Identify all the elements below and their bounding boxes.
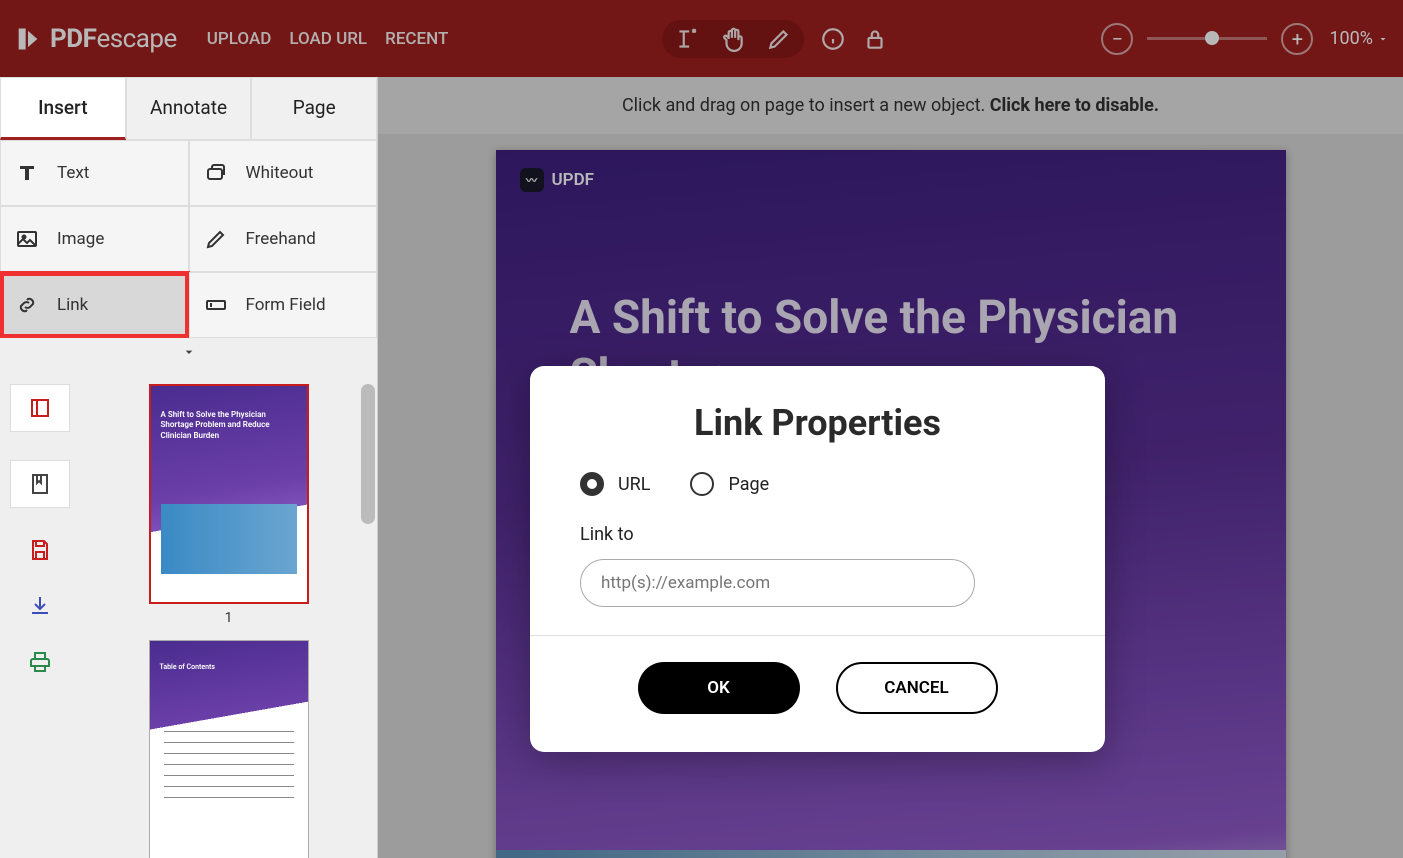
- radio-page-circle: [690, 472, 714, 496]
- recent-link[interactable]: RECENT: [385, 29, 448, 49]
- lower-panel: A Shift to Solve the Physician Shortage …: [0, 370, 377, 858]
- info-icon[interactable]: [820, 26, 846, 52]
- freehand-icon: [204, 227, 228, 251]
- logo[interactable]: PDFescape: [14, 24, 177, 54]
- chevron-down-icon: [181, 344, 197, 360]
- tool-freehand-label: Freehand: [246, 229, 316, 249]
- print-button[interactable]: [26, 648, 54, 676]
- thumb-1[interactable]: A Shift to Solve the Physician Shortage …: [149, 384, 309, 626]
- tool-link[interactable]: Link: [0, 272, 189, 338]
- edit-pen-icon[interactable]: [766, 26, 792, 52]
- cancel-button[interactable]: CANCEL: [836, 662, 998, 714]
- url-input[interactable]: [580, 559, 975, 607]
- insert-tools: Text Whiteout Image Freehand Link Form F…: [0, 140, 377, 370]
- mode-tool-group: [662, 20, 804, 58]
- dialog-title: Link Properties: [530, 366, 1105, 472]
- bookmarks-button[interactable]: [10, 460, 70, 508]
- page-brand-text: UPDF: [552, 170, 595, 190]
- info-bar: Click and drag on page to insert a new o…: [378, 77, 1403, 134]
- dialog-body: URL Page Link to: [530, 472, 1105, 635]
- tab-page[interactable]: Page: [251, 77, 377, 140]
- load-url-link[interactable]: LOAD URL: [289, 29, 367, 49]
- thumbnails-scrollbar[interactable]: [361, 384, 375, 524]
- info-bar-action[interactable]: Click here to disable.: [990, 95, 1159, 116]
- thumbnails: A Shift to Solve the Physician Shortage …: [80, 370, 377, 858]
- app-header: PDFescape UPLOAD LOAD URL RECENT − + 100…: [0, 0, 1403, 77]
- thumb-2-toc: Table of Contents: [160, 663, 215, 671]
- zoom-dropdown[interactable]: 100%: [1329, 28, 1389, 49]
- tool-image[interactable]: Image: [0, 206, 189, 272]
- page-brand: 〰 UPDF: [520, 168, 595, 192]
- tool-text-label: Text: [57, 163, 89, 183]
- logo-text: PDFescape: [50, 24, 177, 54]
- ok-button[interactable]: OK: [638, 662, 800, 714]
- tab-annotate[interactable]: Annotate: [126, 77, 252, 140]
- text-icon: [15, 161, 39, 185]
- hand-icon[interactable]: [720, 26, 746, 52]
- thumb-2[interactable]: Table of Contents: [149, 640, 309, 858]
- logo-icon: [14, 25, 42, 53]
- text-cursor-icon[interactable]: [674, 26, 700, 52]
- download-button[interactable]: [26, 592, 54, 620]
- link-icon: [15, 293, 39, 317]
- thumb-1-number: 1: [149, 610, 309, 626]
- page-photo: [496, 850, 1286, 858]
- header-links: UPLOAD LOAD URL RECENT: [207, 29, 449, 49]
- dialog-footer: OK CANCEL: [530, 635, 1105, 752]
- whiteout-icon: [204, 161, 228, 185]
- tool-form-field-label: Form Field: [246, 295, 326, 315]
- zoom-controls: − +: [1101, 23, 1313, 55]
- radio-page-label: Page: [728, 474, 769, 495]
- save-button[interactable]: [26, 536, 54, 564]
- radio-url[interactable]: URL: [580, 472, 650, 496]
- tab-insert[interactable]: Insert: [0, 77, 126, 140]
- link-type-radio-group: URL Page: [580, 472, 1055, 496]
- radio-url-circle: [580, 472, 604, 496]
- thumb-1-title: A Shift to Solve the Physician Shortage …: [161, 410, 297, 441]
- tool-text[interactable]: Text: [0, 140, 189, 206]
- tool-image-label: Image: [57, 229, 104, 249]
- form-field-icon: [204, 293, 228, 317]
- tool-freehand[interactable]: Freehand: [189, 206, 378, 272]
- zoom-in-button[interactable]: +: [1281, 23, 1313, 55]
- zoom-thumb[interactable]: [1205, 31, 1219, 45]
- zoom-slider[interactable]: [1147, 37, 1267, 40]
- expand-tools[interactable]: [0, 338, 377, 370]
- side-icons: [0, 370, 80, 858]
- header-tools: [662, 20, 888, 58]
- header-right: − + 100%: [1101, 23, 1389, 55]
- upload-link[interactable]: UPLOAD: [207, 29, 272, 49]
- tool-link-label: Link: [57, 295, 88, 315]
- radio-page[interactable]: Page: [690, 472, 769, 496]
- lock-icon[interactable]: [862, 26, 888, 52]
- zoom-out-button[interactable]: −: [1101, 23, 1133, 55]
- tool-form-field[interactable]: Form Field: [189, 272, 378, 338]
- radio-url-label: URL: [618, 474, 650, 495]
- image-icon: [15, 227, 39, 251]
- thumbnails-view-button[interactable]: [10, 384, 70, 432]
- link-properties-dialog: Link Properties URL Page Link to OK CANC…: [530, 366, 1105, 752]
- left-panel: Insert Annotate Page Text Whiteout Image…: [0, 77, 378, 858]
- updf-logo-icon: 〰: [520, 168, 544, 192]
- tool-whiteout[interactable]: Whiteout: [189, 140, 378, 206]
- info-bar-text: Click and drag on page to insert a new o…: [622, 95, 990, 116]
- tool-whiteout-label: Whiteout: [246, 163, 314, 183]
- link-to-label: Link to: [580, 524, 1055, 545]
- panel-tabs: Insert Annotate Page: [0, 77, 377, 140]
